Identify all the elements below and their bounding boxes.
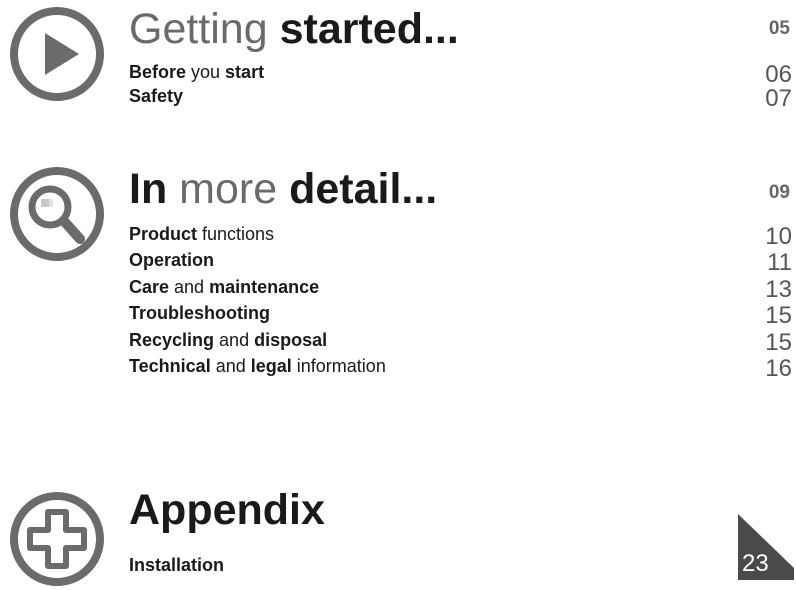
entry-page-number: 15 [765, 302, 792, 330]
toc-entry[interactable]: Safety 07 [129, 85, 792, 112]
entry-label: Safety [129, 86, 184, 106]
entry-list: Installation [129, 555, 792, 581]
entry-page-number: 10 [765, 223, 792, 250]
toc-entry[interactable]: Technical and legal information 16 [129, 354, 792, 382]
entry-page-number: 16 [765, 354, 792, 382]
section-title: Getting started... [129, 5, 459, 53]
play-icon [8, 5, 106, 103]
entry-label: Technical and legal information [129, 355, 386, 376]
entry-page-number: 07 [765, 85, 792, 112]
toc-entry[interactable]: Recycling and disposal 15 [129, 328, 792, 356]
magnifier-icon [8, 165, 106, 263]
toc-entry[interactable]: Troubleshooting 15 [129, 302, 792, 330]
entry-label: Operation [129, 250, 215, 271]
entry-list: Product functions 10 Operation 11 Care a… [129, 223, 792, 382]
entry-page-number: 13 [765, 275, 792, 303]
toc-entry[interactable]: Before you start 06 [129, 61, 792, 88]
section-title: Appendix [129, 486, 325, 534]
entry-label: Troubleshooting [129, 303, 270, 324]
entry-page-number: 15 [765, 328, 792, 356]
section-title: In more detail... [129, 165, 438, 213]
page-number: 23 [742, 550, 769, 577]
plus-icon [8, 490, 106, 588]
toc-entry[interactable]: Care and maintenance 13 [129, 275, 792, 303]
entry-label: Installation [129, 555, 225, 575]
entry-page-number: 11 [767, 249, 792, 277]
entry-label: Care and maintenance [129, 276, 320, 297]
section-page-number: 05 [768, 18, 790, 39]
section-page-number: 09 [768, 182, 790, 203]
entry-list: Before you start 06 Safety 07 [129, 61, 792, 112]
entry-label: Product functions [129, 224, 275, 244]
entry-label: Before you start [129, 62, 265, 82]
toc-entry[interactable]: Installation [129, 555, 792, 581]
toc-entry[interactable]: Product functions 10 [129, 223, 792, 250]
entry-label: Recycling and disposal [129, 329, 328, 350]
toc-entry[interactable]: Operation 11 [129, 249, 792, 277]
